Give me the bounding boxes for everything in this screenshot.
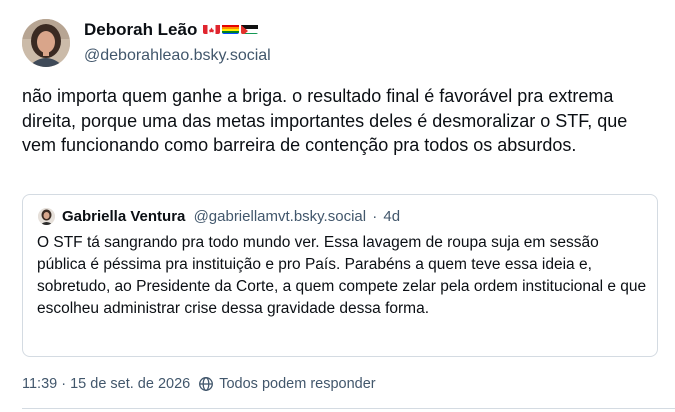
globe-icon	[198, 376, 214, 392]
quote-text: O STF tá sangrando pra todo mundo ver. E…	[37, 234, 647, 317]
post-timestamp[interactable]: 11:39 · 15 de set. de 2026	[22, 376, 190, 392]
quote-author-handle[interactable]: @gabriellamvt.bsky.social	[194, 208, 367, 225]
quote-header: Gabriella Ventura @gabriellamvt.bsky.soc…	[62, 208, 400, 226]
palestine-flag-icon	[241, 22, 259, 34]
author-avatar[interactable]	[22, 19, 70, 67]
quote-author-name[interactable]: Gabriella Ventura	[62, 208, 185, 225]
post: Deborah Leão @deborahleao.bsky.social nã…	[0, 0, 675, 412]
post-text: não importa quem ganhe a briga. o result…	[22, 86, 628, 155]
author-name-row[interactable]: Deborah Leão	[84, 20, 259, 40]
quote-author-avatar[interactable]	[38, 208, 55, 225]
author-handle[interactable]: @deborahleao.bsky.social	[84, 47, 271, 65]
quoted-post[interactable]: Gabriella Ventura @gabriellamvt.bsky.soc…	[22, 194, 658, 357]
divider	[22, 408, 675, 409]
author-name[interactable]: Deborah Leão	[84, 20, 197, 39]
author-flags	[203, 22, 259, 34]
quote-timestamp[interactable]: 4d	[383, 208, 400, 225]
reply-setting[interactable]: Todos podem responder	[219, 376, 375, 392]
canada-flag-icon	[203, 22, 221, 34]
post-meta: 11:39 · 15 de set. de 2026 Todos podem r…	[22, 376, 376, 392]
quote-separator: ·	[372, 208, 378, 225]
rainbow-flag-icon	[222, 22, 240, 34]
